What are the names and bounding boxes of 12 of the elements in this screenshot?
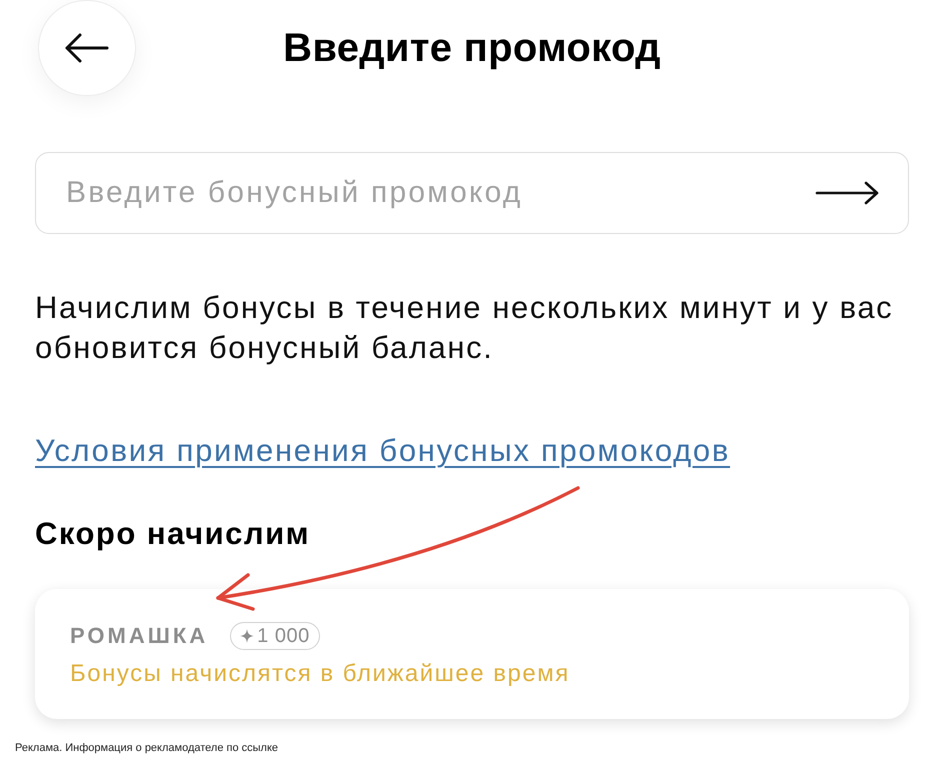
promo-code-field[interactable]: Введите бонусный промокод	[35, 152, 909, 234]
page-title: Введите промокод	[283, 28, 661, 68]
info-text: Начислим бонусы в течение нескольких минут и у вас обновится бонусный баланс.	[35, 289, 894, 367]
partner-name: РОМАШКА	[70, 625, 208, 647]
section-title: Скоро начислим	[35, 518, 312, 549]
bonus-status: Бонусы начислятся в ближайшее время	[70, 662, 571, 686]
sparkle-icon	[240, 629, 254, 643]
terms-link[interactable]: Условия применения бонусных промокодов	[35, 433, 730, 468]
ad-notice: Реклама. Информация о рекламодателе по ссылке	[15, 743, 278, 754]
bonus-amount-badge: 1 000	[230, 622, 320, 650]
back-arrow-icon	[65, 33, 109, 63]
submit-arrow-icon[interactable]	[815, 181, 879, 205]
